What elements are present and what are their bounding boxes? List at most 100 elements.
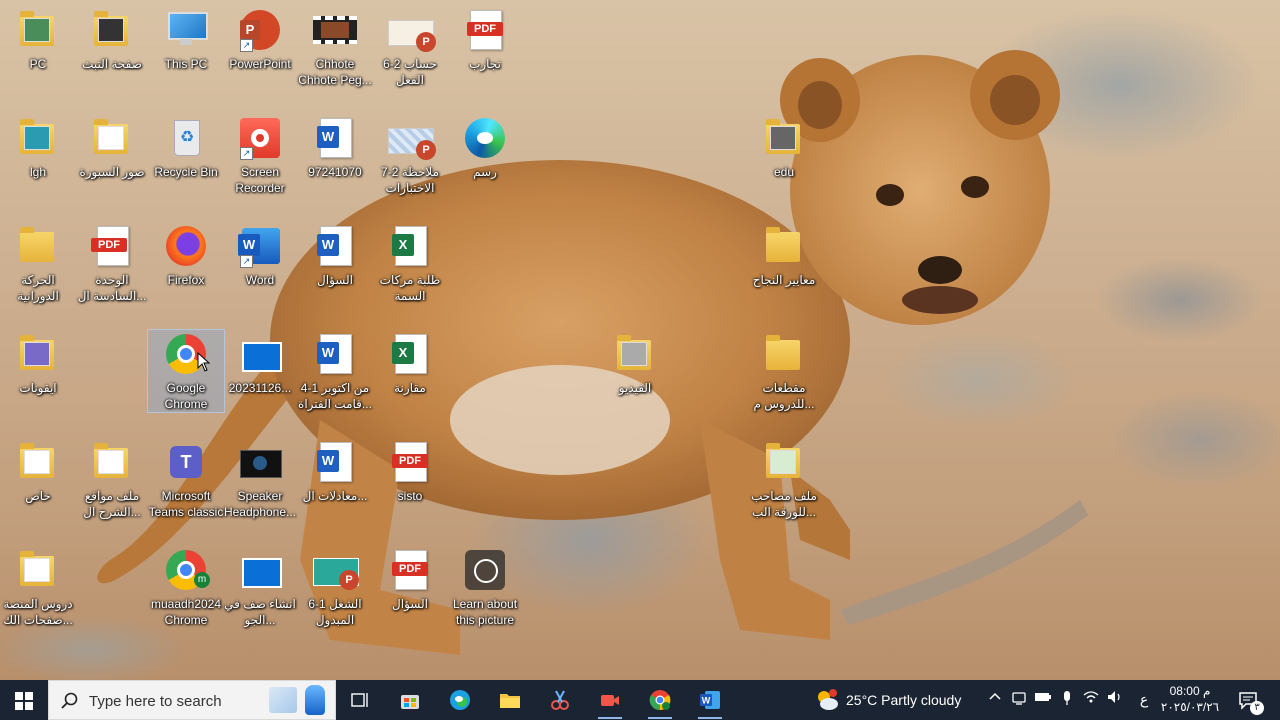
- desktop-icon-firefox[interactable]: Firefox: [148, 222, 224, 288]
- desktop-icon-speaker-headphone[interactable]: Speaker Headphone...: [222, 438, 298, 520]
- wifi-icon[interactable]: [1082, 690, 1100, 708]
- chevron-up-icon[interactable]: [986, 690, 1004, 708]
- folder-icon: [88, 438, 136, 486]
- desktop-icon-lgh[interactable]: lgh: [0, 114, 76, 180]
- desktop-icon-work-6-1[interactable]: P الشغل 1-6 المبدول: [297, 546, 373, 628]
- icon-label: PowerPoint: [229, 57, 291, 71]
- desktop-icon-board-pictures[interactable]: صور السبورة: [74, 114, 150, 180]
- desktop-icon-account-6-2[interactable]: P حساب 2-6 الفعل: [372, 6, 448, 88]
- desktop-icon-students-spreadsheet[interactable]: X طلبة مركات السمة: [372, 222, 448, 304]
- weather-text: 25°C Partly cloudy: [846, 692, 962, 708]
- microphone-icon[interactable]: [1058, 690, 1076, 708]
- desktop-icon-pc-folder[interactable]: PC: [0, 6, 76, 72]
- desktop-icon-learn-about-picture[interactable]: Learn about this picture: [447, 546, 523, 628]
- folder-icon: [14, 114, 62, 162]
- clock[interactable]: 08:00 م ٢٠٢٥/٠٣/٢٦: [1160, 683, 1220, 715]
- taskbar: Type here to search W 25°C Partly cloudy…: [0, 680, 1280, 720]
- pdf-file-icon: PDF: [461, 6, 509, 54]
- desktop-icon-rotational-motion[interactable]: الحركة الدورانية: [0, 222, 76, 304]
- desktop-icon-october-doc[interactable]: W من اكتوبر 1-4 قامت الفتراة...: [297, 330, 373, 412]
- recycle-bin-icon: ♻: [162, 114, 210, 162]
- taskbar-edge[interactable]: [438, 680, 482, 720]
- desktop-icon-companion-file[interactable]: ملف مصاحب للورقة الب...: [746, 438, 822, 520]
- desktop-icon-private[interactable]: خاص: [0, 438, 76, 504]
- icon-label: معادلات ال...: [302, 489, 368, 503]
- search-placeholder: Type here to search: [89, 693, 222, 710]
- icon-label: مقارنة: [394, 381, 426, 395]
- desktop-icon-microsoft-teams[interactable]: T Microsoft Teams classic: [148, 438, 224, 520]
- teams-icon: T: [162, 438, 210, 486]
- screen-recorder-icon: ↗: [236, 114, 284, 162]
- taskbar-microsoft-store[interactable]: [388, 680, 432, 720]
- desktop-icon-comparison-spreadsheet[interactable]: X مقارنة: [372, 330, 448, 396]
- folder-icon: [14, 438, 62, 486]
- desktop-icon-broadcast-page[interactable]: صفحة التبث: [74, 6, 150, 72]
- taskbar-task-view[interactable]: [338, 680, 382, 720]
- desktop-icon-question-pdf[interactable]: PDF السؤال: [372, 546, 448, 612]
- desktop-icon-note-2-7[interactable]: P ملاحظة 2-7 الاختبارات: [372, 114, 448, 196]
- notification-center-button[interactable]: ٣: [1228, 680, 1268, 720]
- icon-label: السؤال: [392, 597, 428, 611]
- desktop-icon-this-pc[interactable]: This PC: [148, 6, 224, 72]
- desktop-icon-equations-doc[interactable]: W معادلات ال...: [297, 438, 373, 504]
- search-highlight-pencil-icon: [269, 687, 297, 713]
- icon-label: lgh: [29, 165, 46, 179]
- desktop-icon-edu-folder[interactable]: edu: [746, 114, 822, 180]
- taskbar-word[interactable]: W: [688, 680, 732, 720]
- excel-file-icon: X: [386, 330, 434, 378]
- search-icon: [61, 692, 78, 709]
- video-file-icon: [236, 330, 284, 378]
- taskbar-search-box[interactable]: Type here to search: [48, 680, 336, 720]
- folder-icon: [760, 330, 808, 378]
- desktop-icon-edge-drawing[interactable]: رسم: [447, 114, 523, 180]
- desktop-icon-powerpoint[interactable]: P ↗ PowerPoint: [222, 6, 298, 72]
- pdf-file-icon: PDF: [386, 546, 434, 594]
- icon-label: Word: [245, 273, 275, 287]
- desktop-icon-chrome-profile[interactable]: m muaadh2024 Chrome: [148, 546, 224, 628]
- icon-label: muaadh2024 Chrome: [150, 597, 222, 627]
- icon-label: Learn about this picture: [452, 597, 518, 627]
- volume-icon[interactable]: [1106, 690, 1124, 708]
- taskbar-screen-recorder[interactable]: [588, 680, 632, 720]
- icon-label: انشاء صف في الجو...: [224, 597, 296, 627]
- desktop-icon-screen-recorder[interactable]: ↗ Screen Recorder: [222, 114, 298, 196]
- desktop-icon-chhote-peg[interactable]: Chhote Chhote Peg...: [297, 6, 373, 88]
- icon-label: طلبة مركات السمة: [379, 273, 441, 303]
- meet-now-icon[interactable]: [1010, 690, 1028, 708]
- icon-label: السؤال: [317, 273, 353, 287]
- speaker-icon: [236, 438, 284, 486]
- taskbar-chrome[interactable]: [638, 680, 682, 720]
- desktop-icon-explanation-sites[interactable]: ملف مواقع الشرح ال...: [74, 438, 150, 520]
- desktop-icon-lesson-clips[interactable]: مقطعات للدروس م...: [746, 330, 822, 412]
- pdf-file-icon: PDF: [88, 222, 136, 270]
- desktop-icon-create-class[interactable]: انشاء صف في الجو...: [222, 546, 298, 628]
- battery-icon[interactable]: [1034, 690, 1052, 708]
- icon-label: الشغل 1-6 المبدول: [308, 597, 362, 627]
- desktop-icon-word[interactable]: W ↗ Word: [222, 222, 298, 288]
- icon-label: ملف مصاحب للورقة الب...: [751, 489, 817, 519]
- desktop-icon-google-chrome[interactable]: Google Chrome: [147, 329, 225, 413]
- folder-icon: [14, 6, 62, 54]
- desktop-icon-sisto-pdf[interactable]: PDF sisto: [372, 438, 448, 504]
- desktop-icon-video-folder[interactable]: الفيديو: [597, 330, 673, 396]
- start-button[interactable]: [0, 680, 48, 720]
- taskbar-snipping-tool[interactable]: [538, 680, 582, 720]
- desktop-icon-recycle-bin[interactable]: ♻ Recycle Bin: [148, 114, 224, 180]
- desktop-icon-platform-lessons[interactable]: دروس المنصة صفحات الك...: [0, 546, 76, 628]
- desktop-icon-97241070[interactable]: W 97241070: [297, 114, 373, 180]
- powerpoint-file-icon: P: [386, 6, 436, 54]
- desktop-icon-icons-folder[interactable]: ايقونات: [0, 330, 76, 396]
- weather-widget[interactable]: 25°C Partly cloudy: [810, 680, 970, 720]
- desktop-icon-question-doc[interactable]: W السؤال: [297, 222, 373, 288]
- icon-label: Speaker Headphone...: [223, 489, 297, 519]
- folder-icon: [14, 546, 62, 594]
- desktop-icon-success-criteria[interactable]: معايير النجاح: [746, 222, 822, 288]
- video-file-icon: [236, 546, 284, 594]
- icon-label: مقطعات للدروس م...: [753, 381, 815, 411]
- desktop-icon-experiments-pdf[interactable]: PDF تجارب: [447, 6, 523, 72]
- taskbar-file-explorer[interactable]: [488, 680, 532, 720]
- desktop-icon-video-file[interactable]: 20231126...: [222, 330, 298, 396]
- desktop-icon-unit-six-pdf[interactable]: PDF الوحدة السادسة ال...: [74, 222, 150, 304]
- partly-cloudy-icon: [818, 689, 838, 710]
- input-language-indicator[interactable]: ع: [1135, 690, 1153, 708]
